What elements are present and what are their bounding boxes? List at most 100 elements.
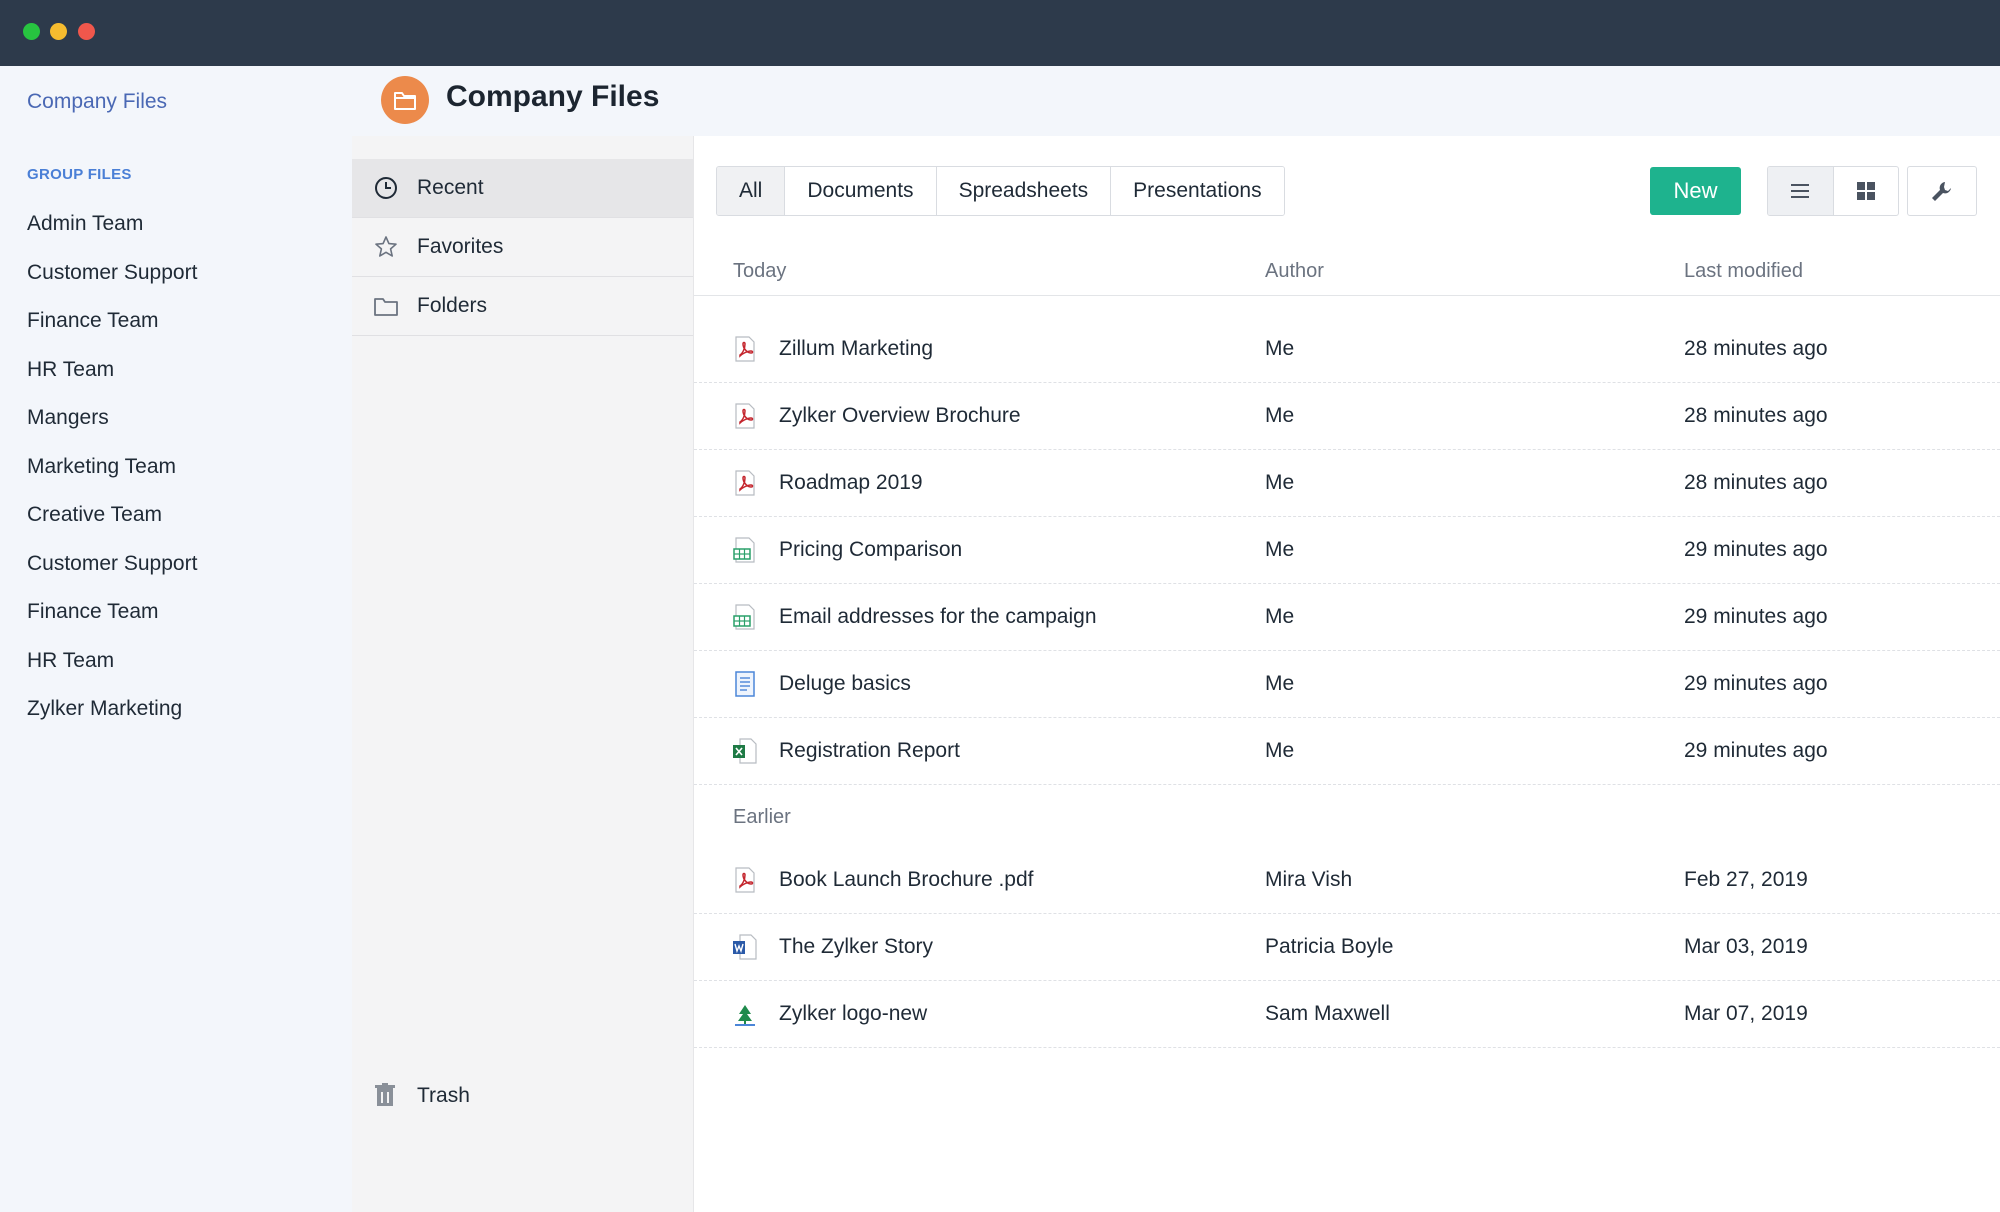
pdf-file-icon xyxy=(735,867,755,893)
nav-item-label: Recent xyxy=(417,176,484,199)
file-author: Patricia Boyle xyxy=(1265,935,1394,958)
sidebar-item-finance-team[interactable]: Finance Team xyxy=(0,297,352,346)
window-maximize-button[interactable] xyxy=(23,23,40,40)
sidebar-item-customer-support-2[interactable]: Customer Support xyxy=(0,540,352,589)
sidebar-item-admin-team[interactable]: Admin Team xyxy=(0,200,352,249)
file-author: Me xyxy=(1265,337,1295,360)
window-close-button[interactable] xyxy=(78,23,95,40)
window-minimize-button[interactable] xyxy=(50,23,67,40)
file-name: The Zylker Story xyxy=(779,935,934,958)
file-name: Pricing Comparison xyxy=(779,538,963,561)
star-icon xyxy=(375,236,397,257)
tab-spreadsheets[interactable]: Spreadsheets xyxy=(936,167,1112,215)
file-modified: 29 minutes ago xyxy=(1684,739,1828,762)
nav-item-trash[interactable]: Trash xyxy=(352,1076,693,1116)
tab-presentations[interactable]: Presentations xyxy=(1111,167,1284,215)
file-row[interactable]: Pricing Comparison Me 29 minutes ago xyxy=(694,517,2000,584)
file-modified: Mar 03, 2019 xyxy=(1684,935,1808,958)
file-author: Me xyxy=(1265,605,1295,628)
sidebar-brand-link[interactable]: Company Files xyxy=(27,90,167,114)
pdf-file-icon xyxy=(735,470,755,496)
file-row[interactable]: Zylker Overview Brochure Me 28 minutes a… xyxy=(694,383,2000,450)
nav-item-label: Folders xyxy=(417,294,488,317)
column-header-name: Today xyxy=(733,260,787,282)
file-modified: 29 minutes ago xyxy=(1684,605,1828,628)
pdf-file-icon xyxy=(735,403,755,429)
file-author: Sam Maxwell xyxy=(1265,1002,1390,1025)
file-author: Me xyxy=(1265,672,1295,695)
nav-item-favorites[interactable]: Favorites xyxy=(352,218,693,277)
file-author: Me xyxy=(1265,404,1295,427)
file-author: Me xyxy=(1265,538,1295,561)
file-modified: 28 minutes ago xyxy=(1684,471,1828,494)
trash-icon xyxy=(375,1083,395,1106)
file-name: Zillum Marketing xyxy=(779,337,934,360)
file-name: Zylker Overview Brochure xyxy=(779,404,1021,427)
image-file-icon xyxy=(735,1005,755,1026)
nav-item-folders[interactable]: Folders xyxy=(352,277,693,336)
file-modified: 29 minutes ago xyxy=(1684,538,1828,561)
column-header-author: Author xyxy=(1265,260,1324,282)
filter-tabs: All Documents Spreadsheets Presentations xyxy=(716,166,1285,216)
spreadsheet-file-icon xyxy=(733,604,755,630)
trash-label: Trash xyxy=(417,1084,470,1107)
file-name: Zylker logo-new xyxy=(779,1002,928,1025)
sidebar-item-zylker-marketing[interactable]: Zylker Marketing xyxy=(0,685,352,734)
document-file-icon xyxy=(735,671,755,697)
group-sidebar: Company Files GROUP FILES Admin Team Cus… xyxy=(0,66,352,1212)
folder-icon xyxy=(381,76,429,124)
file-name: Deluge basics xyxy=(779,672,911,695)
grid-view-button[interactable] xyxy=(1834,167,1899,215)
pdf-file-icon xyxy=(735,336,755,362)
window-titlebar xyxy=(0,0,2000,66)
sidebar-item-hr-team[interactable]: HR Team xyxy=(0,346,352,395)
sidebar-item-marketing-team[interactable]: Marketing Team xyxy=(0,443,352,492)
word-file-icon xyxy=(733,934,757,960)
file-modified: 29 minutes ago xyxy=(1684,672,1828,695)
file-name: Roadmap 2019 xyxy=(779,471,923,494)
file-row[interactable]: Roadmap 2019 Me 28 minutes ago xyxy=(694,450,2000,517)
excel-file-icon xyxy=(733,738,757,764)
sidebar-item-finance-team-2[interactable]: Finance Team xyxy=(0,588,352,637)
settings-button[interactable] xyxy=(1907,166,1977,216)
sidebar-item-customer-support[interactable]: Customer Support xyxy=(0,249,352,298)
file-row[interactable]: The Zylker Story Patricia Boyle Mar 03, … xyxy=(694,914,2000,981)
group-files-heading: GROUP FILES xyxy=(27,166,132,183)
new-button[interactable]: New xyxy=(1650,167,1741,215)
page-title: Company Files xyxy=(446,80,660,113)
header-divider xyxy=(694,295,2000,296)
file-author: Mira Vish xyxy=(1265,868,1353,891)
file-author: Me xyxy=(1265,471,1295,494)
nav-item-label: Favorites xyxy=(417,235,504,258)
file-row[interactable]: Registration Report Me 29 minutes ago xyxy=(694,718,2000,785)
view-mode-toggle xyxy=(1767,166,1899,216)
file-modified: 28 minutes ago xyxy=(1684,404,1828,427)
view-nav: Recent Favorites Folders Trash xyxy=(352,136,694,1212)
folder-icon xyxy=(374,298,398,316)
list-view-icon xyxy=(1791,184,1810,198)
page-header: Company Files xyxy=(352,66,2000,136)
grid-view-icon xyxy=(1856,182,1875,200)
file-modified: Feb 27, 2019 xyxy=(1684,868,1808,891)
sidebar-item-hr-team-2[interactable]: HR Team xyxy=(0,637,352,686)
section-label-earlier: Earlier xyxy=(733,806,791,828)
list-view-button[interactable] xyxy=(1768,167,1834,215)
spreadsheet-file-icon xyxy=(733,537,755,563)
sidebar-item-mangers[interactable]: Mangers xyxy=(0,394,352,443)
file-modified: Mar 07, 2019 xyxy=(1684,1002,1808,1025)
file-row[interactable]: Book Launch Brochure .pdf Mira Vish Feb … xyxy=(694,847,2000,914)
nav-item-recent[interactable]: Recent xyxy=(352,159,693,218)
file-name: Email addresses for the campaign xyxy=(779,605,1097,628)
column-header-last-modified[interactable]: Last modified xyxy=(1684,260,1803,283)
file-row[interactable]: Deluge basics Me 29 minutes ago xyxy=(694,651,2000,718)
file-row[interactable]: Zillum Marketing Me 28 minutes ago xyxy=(694,316,2000,383)
file-name: Registration Report xyxy=(779,739,960,762)
file-row[interactable]: Email addresses for the campaign Me 29 m… xyxy=(694,584,2000,651)
tab-documents[interactable]: Documents xyxy=(785,167,937,215)
tab-all[interactable]: All xyxy=(717,167,786,215)
sidebar-item-creative-team[interactable]: Creative Team xyxy=(0,491,352,540)
clock-icon xyxy=(375,177,397,199)
file-modified: 28 minutes ago xyxy=(1684,337,1828,360)
file-name: Book Launch Brochure .pdf xyxy=(779,868,1034,891)
file-row[interactable]: Zylker logo-new Sam Maxwell Mar 07, 2019 xyxy=(694,981,2000,1048)
